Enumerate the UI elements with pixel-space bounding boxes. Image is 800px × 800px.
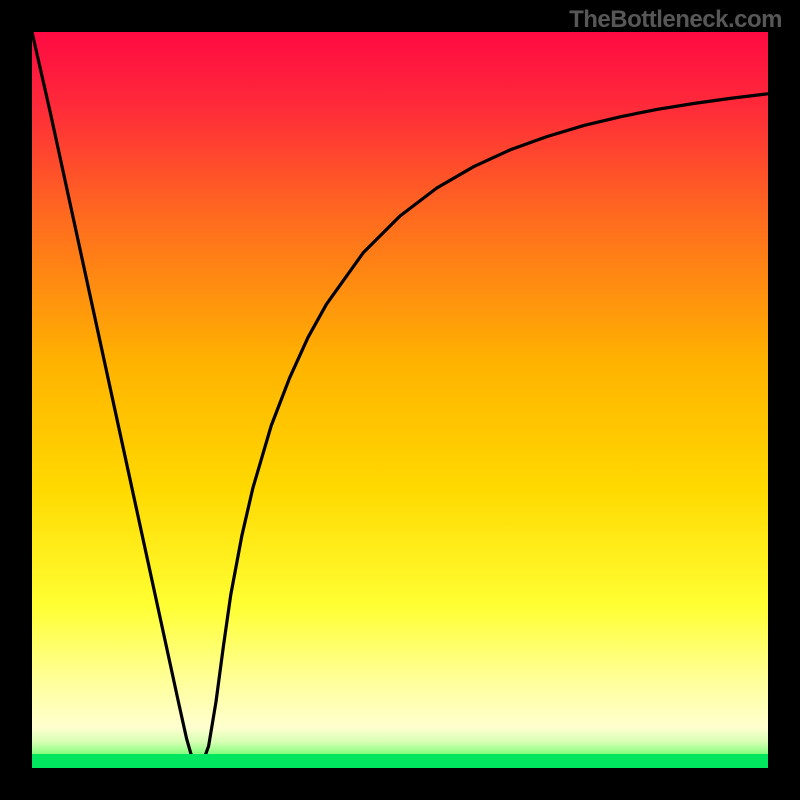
bottom-green-band (32, 754, 768, 768)
chart-svg (32, 32, 768, 768)
chart-frame: TheBottleneck.com (0, 0, 800, 800)
plot-area (32, 32, 768, 768)
watermark-text: TheBottleneck.com (569, 6, 782, 34)
gradient-background (32, 32, 768, 768)
